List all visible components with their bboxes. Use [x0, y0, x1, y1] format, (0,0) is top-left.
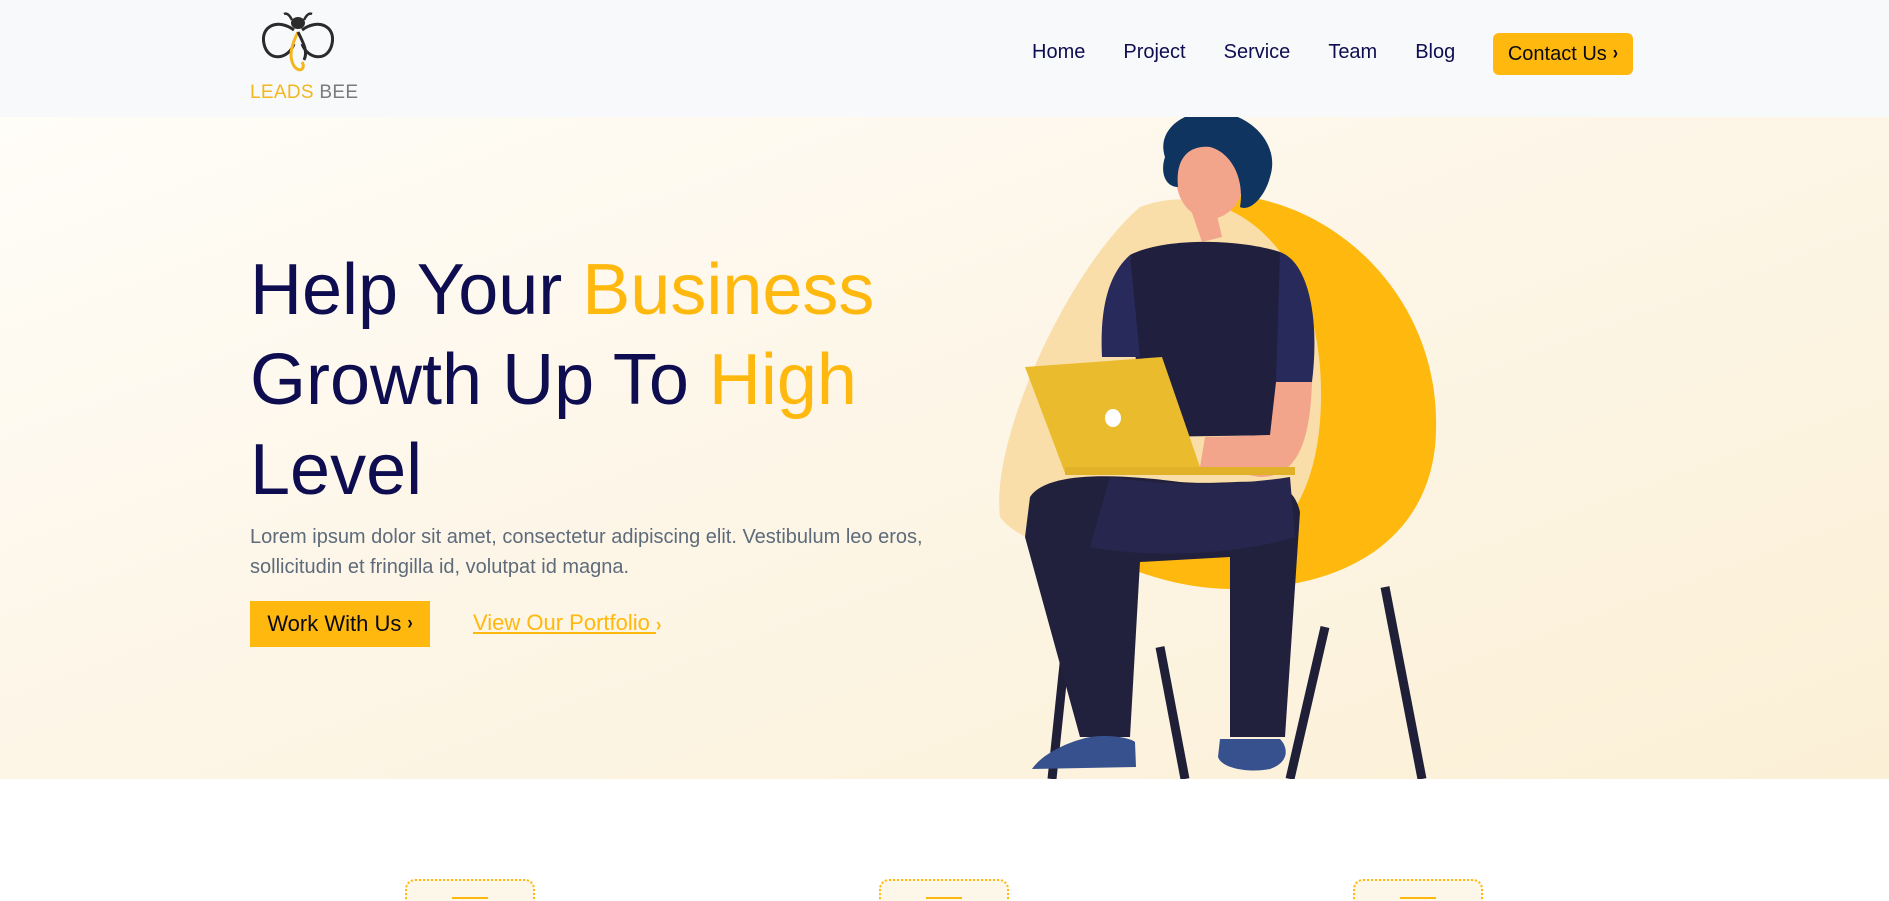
hero-section: Help Your Business Growth Up To High Lev… — [0, 117, 1889, 779]
bee-logo-icon — [261, 12, 335, 72]
navbar: LEADS BEE Home Project Service Team Blog… — [0, 0, 1889, 117]
nav-link-team[interactable]: Team — [1328, 41, 1377, 64]
brand-name-part1: LEADS — [250, 82, 314, 103]
nav-link-service[interactable]: Service — [1224, 41, 1291, 64]
chevron-right-icon: › — [656, 615, 662, 636]
view-portfolio-link[interactable]: View Our Portfolio › — [473, 610, 661, 636]
brand-logo[interactable]: LEADS BEE — [250, 10, 358, 105]
chevron-right-icon: › — [1612, 43, 1619, 64]
feature-card — [405, 879, 535, 901]
nav-link-project[interactable]: Project — [1123, 41, 1185, 64]
feature-card — [1353, 879, 1483, 901]
main-nav: Home Project Service Team Blog — [1032, 41, 1455, 64]
hero-title-part2: Growth Up To — [250, 340, 709, 420]
brand-name-part2: BEE — [319, 82, 359, 103]
view-portfolio-label: View Our Portfolio — [473, 610, 657, 635]
chevron-right-icon: › — [407, 613, 413, 634]
hero-description: Lorem ipsum dolor sit amet, consectetur … — [250, 526, 923, 578]
contact-us-label: Contact Us — [1507, 42, 1607, 65]
nav-link-blog[interactable]: Blog — [1415, 41, 1455, 64]
nav-link-home[interactable]: Home — [1032, 41, 1085, 64]
contact-us-button[interactable]: Contact Us › — [1493, 33, 1633, 75]
hero-title-accent2: High — [708, 340, 857, 420]
person-laptop-illustration — [999, 117, 1437, 779]
features-section — [0, 779, 1889, 901]
hero-title-accent1: Business — [582, 250, 875, 330]
brand-wordmark: LEADS BEE — [250, 82, 358, 104]
work-with-us-button[interactable]: Work With Us › — [250, 601, 430, 647]
hero-title-part1: Help Your — [250, 250, 583, 330]
feature-card — [879, 879, 1009, 901]
hero-title: Help Your Business Growth Up To High Lev… — [250, 245, 950, 515]
hero-title-part3: Level — [250, 430, 423, 510]
work-with-us-label: Work With Us — [267, 611, 402, 636]
